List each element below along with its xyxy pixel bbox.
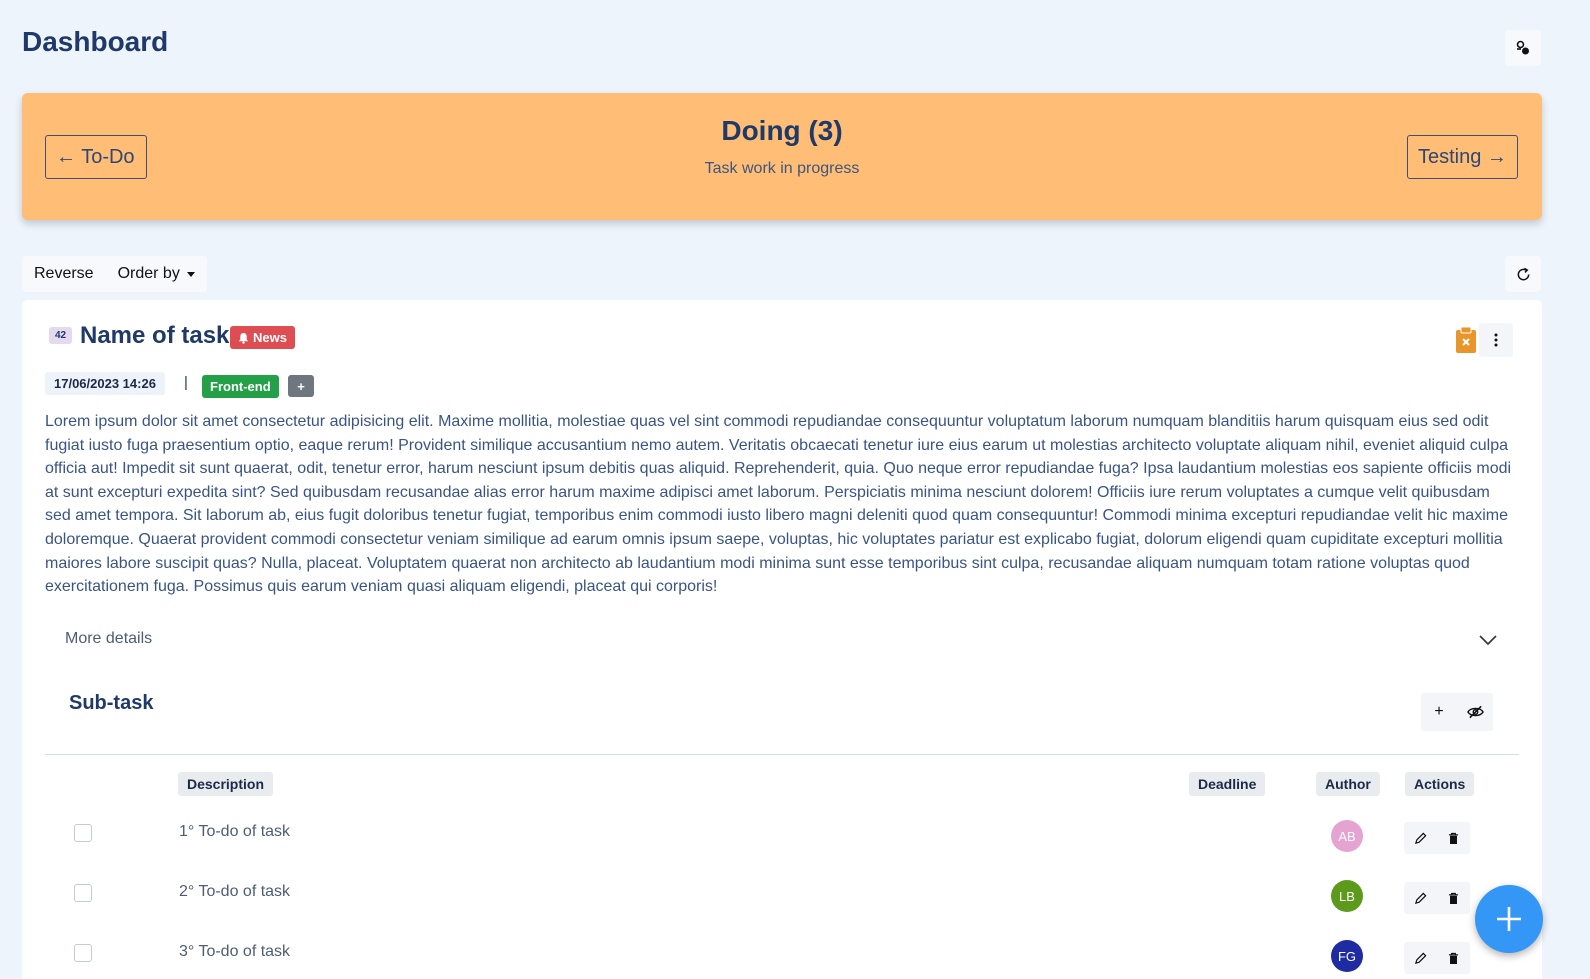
subtask-actions: +	[1421, 693, 1493, 731]
users-toggle-icon	[1516, 40, 1529, 55]
refresh-icon	[1517, 267, 1529, 280]
kebab-menu-icon	[1494, 333, 1498, 347]
delete-button[interactable]	[1437, 882, 1470, 914]
table-row: 2° To-do of task LB	[22, 870, 1542, 920]
chevron-down-icon[interactable]	[1478, 630, 1498, 650]
subtask-title: Sub-task	[69, 692, 154, 714]
pencil-icon	[1414, 952, 1427, 964]
status-title: Doing (3)	[721, 115, 843, 146]
order-by-label: Order by	[117, 265, 180, 282]
avatar: LB	[1331, 880, 1363, 912]
subtask-checkbox[interactable]	[74, 884, 92, 902]
row-actions	[1404, 822, 1470, 854]
more-details-toggle[interactable]: More details	[65, 630, 152, 648]
refresh-button[interactable]	[1505, 256, 1541, 292]
add-subtask-button[interactable]: +	[1421, 693, 1457, 731]
reverse-label: Reverse	[34, 265, 94, 282]
sort-toolbar: Reverse Order by	[22, 256, 207, 292]
edit-button[interactable]	[1404, 882, 1437, 914]
col-deadline: Deadline	[1189, 772, 1266, 796]
trash-icon	[1448, 892, 1459, 904]
order-by-dropdown[interactable]: Order by	[106, 265, 207, 283]
row-actions	[1404, 882, 1470, 914]
next-status-button[interactable]: Testing →	[1407, 135, 1518, 179]
meta-separator: |	[184, 374, 188, 391]
status-banner: ← To-Do Doing (3) Task work in progress …	[22, 93, 1542, 220]
table-row: 3° To-do of task FG	[22, 930, 1542, 979]
clipboard-x-icon[interactable]	[1455, 326, 1477, 354]
news-badge-label: News	[253, 330, 287, 345]
task-card: 42 Name of task News 17/06/2023 14:26 | …	[22, 300, 1542, 979]
task-id-badge: 42	[49, 327, 73, 344]
bell-icon	[238, 332, 249, 344]
hide-subtasks-button[interactable]	[1457, 693, 1493, 731]
subtask-description: 3° To-do of task	[179, 943, 291, 960]
trash-icon	[1448, 832, 1459, 844]
delete-button[interactable]	[1437, 822, 1470, 854]
subtask-divider	[45, 754, 1519, 755]
add-task-fab[interactable]	[1475, 885, 1543, 953]
caret-down-icon	[186, 271, 195, 277]
user-settings-button[interactable]	[1505, 30, 1541, 66]
reverse-button[interactable]: Reverse	[22, 265, 106, 283]
subtask-description: 1° To-do of task	[179, 823, 291, 840]
trash-icon	[1448, 952, 1459, 964]
status-subtitle: Task work in progress	[704, 160, 860, 177]
subtask-checkbox[interactable]	[74, 944, 92, 962]
edit-button[interactable]	[1404, 942, 1437, 974]
row-actions	[1404, 942, 1470, 974]
col-description: Description	[178, 772, 274, 796]
col-author: Author	[1316, 772, 1380, 796]
task-description: Lorem ipsum dolor sit amet consectetur a…	[45, 413, 1512, 596]
add-tag-button[interactable]: +	[288, 375, 314, 397]
task-menu-button[interactable]	[1479, 323, 1513, 357]
pencil-icon	[1414, 832, 1427, 844]
plus-icon	[1497, 907, 1521, 931]
avatar: FG	[1331, 940, 1363, 972]
subtask-description: 2° To-do of task	[179, 883, 291, 900]
col-actions: Actions	[1405, 772, 1475, 796]
tag-front-end[interactable]: Front-end	[202, 375, 279, 398]
edit-button[interactable]	[1404, 822, 1437, 854]
delete-button[interactable]	[1437, 942, 1470, 974]
table-row: 1° To-do of task AB	[22, 810, 1542, 860]
avatar: AB	[1331, 820, 1363, 852]
pencil-icon	[1414, 892, 1427, 904]
page-title: Dashboard	[22, 26, 169, 57]
task-name: Name of task	[80, 322, 230, 349]
subtask-checkbox[interactable]	[74, 824, 92, 842]
task-date: 17/06/2023 14:26	[45, 372, 165, 395]
eye-slash-icon	[1466, 705, 1484, 719]
news-badge: News	[230, 326, 295, 349]
